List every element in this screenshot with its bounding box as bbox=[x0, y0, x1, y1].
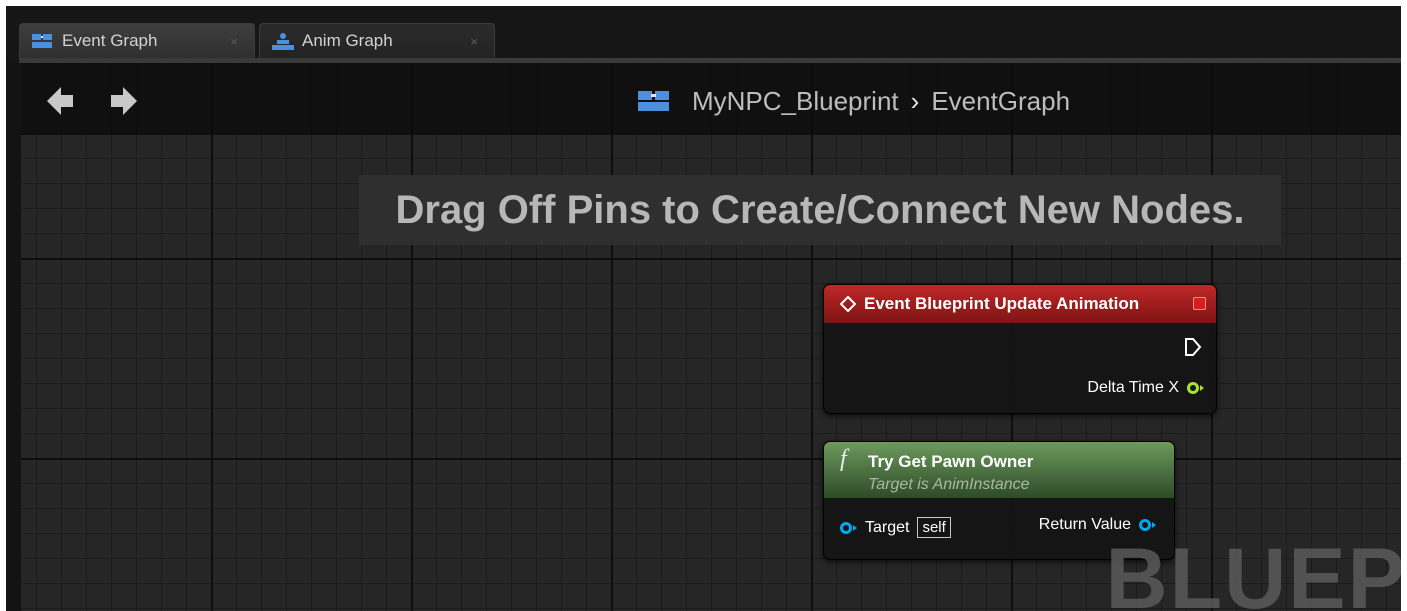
tab-close-icon[interactable]: × bbox=[230, 34, 238, 49]
target-pin-row: Target self bbox=[840, 517, 951, 538]
object-pin-icon[interactable] bbox=[840, 521, 852, 534]
node-title: Try Get Pawn Owner bbox=[868, 452, 1034, 471]
event-update-animation-node[interactable]: Event Blueprint Update Animation Delta T… bbox=[823, 284, 1217, 414]
graph-canvas[interactable]: MyNPC_Blueprint › EventGraph Drag Off Pi… bbox=[21, 63, 1401, 611]
exec-output-pin[interactable] bbox=[1184, 337, 1202, 357]
node-header[interactable]: Event Blueprint Update Animation bbox=[824, 285, 1216, 323]
tab-anim-graph-label: Anim Graph bbox=[302, 31, 393, 50]
pin-label: Target bbox=[865, 518, 910, 536]
blueprint-watermark: BLUEP bbox=[1105, 531, 1401, 611]
tab-event-graph[interactable]: Event Graph × bbox=[19, 23, 255, 58]
forward-arrow-icon[interactable] bbox=[105, 83, 141, 119]
back-arrow-icon[interactable] bbox=[43, 83, 79, 119]
stop-icon bbox=[1193, 297, 1206, 310]
breadcrumb-graph[interactable]: EventGraph bbox=[931, 86, 1070, 117]
tab-event-graph-label: Event Graph bbox=[62, 31, 158, 50]
graph-hint-banner: Drag Off Pins to Create/Connect New Node… bbox=[359, 175, 1281, 245]
blueprint-editor-window: Event Graph × Anim Graph × MyNPC_Bluepri… bbox=[6, 6, 1401, 611]
tab-anim-graph[interactable]: Anim Graph × bbox=[259, 23, 495, 58]
event-diamond-icon bbox=[839, 295, 857, 313]
node-title: Event Blueprint Update Animation bbox=[864, 294, 1140, 313]
float-pin-icon[interactable] bbox=[1187, 382, 1199, 394]
tab-close-icon[interactable]: × bbox=[470, 34, 478, 49]
tab-bar: Event Graph × Anim Graph × bbox=[6, 6, 1401, 63]
breadcrumb-asset[interactable]: MyNPC_Blueprint bbox=[692, 86, 899, 117]
graph-nav-bar: MyNPC_Blueprint › EventGraph bbox=[21, 63, 1401, 135]
event-graph-icon bbox=[32, 33, 54, 49]
breadcrumb: MyNPC_Blueprint › EventGraph bbox=[638, 81, 1070, 121]
function-icon: f bbox=[840, 446, 847, 472]
delta-time-pin-row: Delta Time X bbox=[1087, 379, 1204, 397]
blueprint-icon bbox=[638, 89, 672, 113]
anim-graph-icon bbox=[272, 33, 294, 50]
pin-label: Delta Time X bbox=[1087, 379, 1179, 396]
node-subtitle: Target is AnimInstance bbox=[868, 476, 1030, 493]
pin-arrow-icon bbox=[853, 524, 857, 531]
target-default-value[interactable]: self bbox=[917, 517, 951, 538]
pin-arrow-icon bbox=[1200, 385, 1204, 391]
node-header[interactable]: f Try Get Pawn Owner Target is AnimInsta… bbox=[824, 442, 1174, 498]
pin-arrow-icon bbox=[1152, 522, 1156, 528]
chevron-right-icon: › bbox=[910, 85, 920, 116]
